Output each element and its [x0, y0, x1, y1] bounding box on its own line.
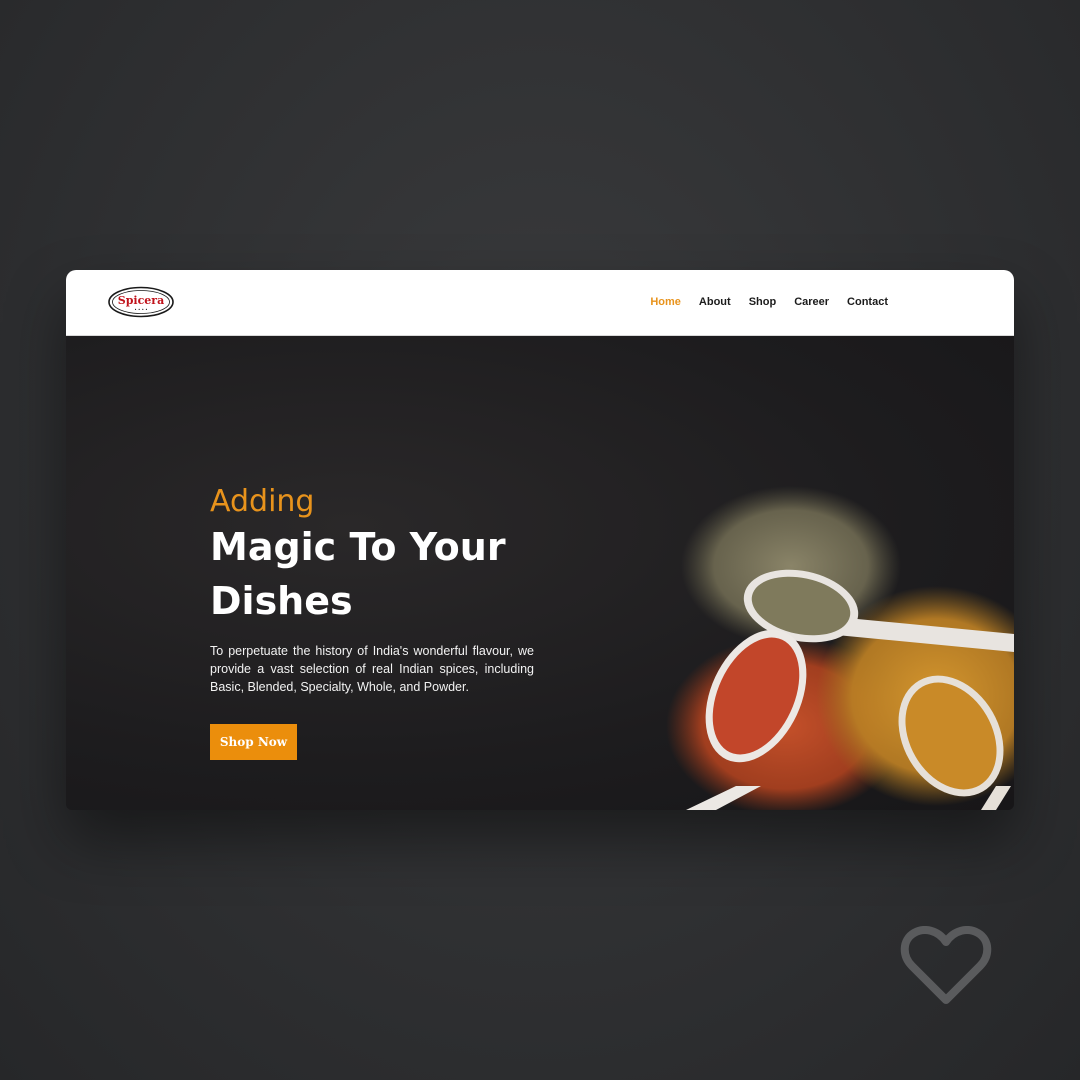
- shop-now-button[interactable]: Shop Now: [210, 724, 297, 760]
- navbar: Spicera • • • • Home About Shop Career C…: [66, 270, 1014, 336]
- heart-icon[interactable]: [900, 926, 992, 1008]
- website-preview-frame: Spicera • • • • Home About Shop Career C…: [66, 270, 1014, 810]
- hero-headline: Magic To Your Dishes: [210, 525, 506, 623]
- nav-item-career[interactable]: Career: [794, 296, 829, 308]
- hero-description: To perpetuate the history of India's won…: [210, 644, 534, 694]
- spice-spoons-image: [666, 486, 1014, 810]
- nav-item-shop[interactable]: Shop: [749, 296, 777, 308]
- logo-subtext: • • • •: [134, 307, 147, 312]
- nav-item-home[interactable]: Home: [650, 296, 681, 308]
- nav-item-about[interactable]: About: [699, 296, 731, 308]
- main-nav: Home About Shop Career Contact: [650, 296, 888, 308]
- brand-logo[interactable]: Spicera • • • •: [108, 286, 174, 318]
- hero-section: Adding Magic To Your Dishes To perpetuat…: [66, 336, 1014, 810]
- hero-eyebrow: Adding: [210, 484, 315, 519]
- nav-item-contact[interactable]: Contact: [847, 296, 888, 308]
- logo-text: Spicera: [118, 294, 164, 307]
